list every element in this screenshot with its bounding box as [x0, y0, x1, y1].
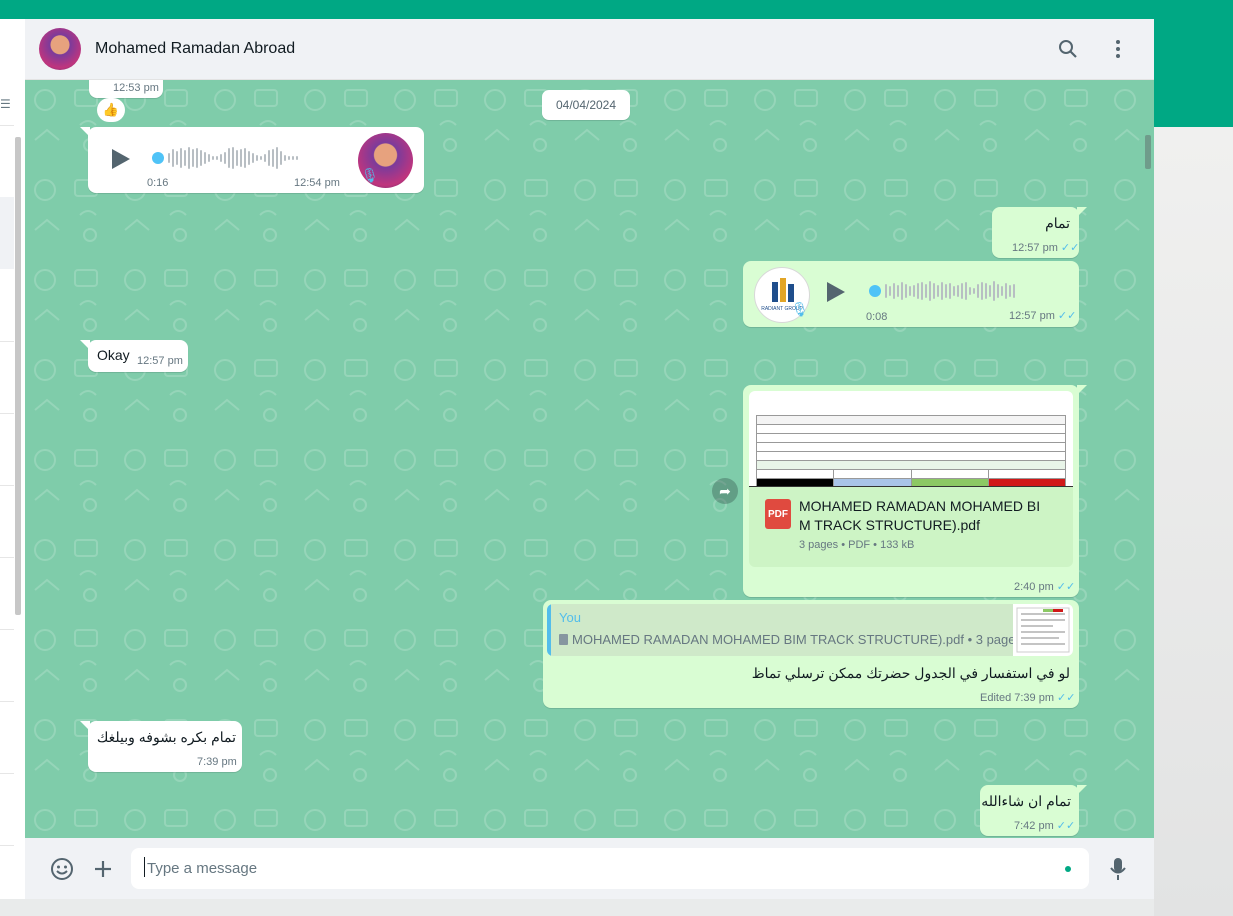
- conversation-header[interactable]: Mohamed Ramadan Abroad: [25, 19, 1154, 80]
- sidebar-divider: [0, 557, 14, 558]
- search-icon[interactable]: [1056, 37, 1080, 61]
- message-time: Edited 7:39 pm: [980, 692, 1054, 704]
- message-text: تمام: [1045, 215, 1070, 231]
- status-dot: [1065, 866, 1071, 872]
- message-time: 12:57 pm: [137, 355, 183, 367]
- message-input[interactable]: [131, 848, 1089, 889]
- sidebar-divider: [0, 701, 14, 702]
- scrollbar-thumb[interactable]: [1145, 135, 1151, 169]
- microphone-icon[interactable]: [1105, 856, 1131, 882]
- message-time: 12:54 pm: [294, 177, 340, 189]
- sidebar-divider: [0, 629, 14, 630]
- message-time: 12:57 pm: [1009, 310, 1055, 322]
- quote-bar: [547, 604, 551, 656]
- message-text: تمام ان شاءالله: [981, 793, 1071, 809]
- pdf-preview-table: [755, 415, 1067, 487]
- sidebar-divider: [0, 341, 14, 342]
- sidebar-divider: [0, 125, 14, 126]
- message-time: 7:42 pm: [1014, 820, 1054, 832]
- chat-scrollbar[interactable]: [1144, 80, 1152, 838]
- microphone-icon: 🎙: [791, 301, 809, 317]
- quote-author: You: [559, 610, 581, 625]
- bubble-tail: [1077, 385, 1087, 395]
- pdf-filename: MOHAMED RAMADAN MOHAMED BI M TRACK STRUC…: [799, 498, 1041, 533]
- chat-list-sidebar: ☰: [0, 19, 26, 899]
- message-bubble-incoming[interactable]: تمام بكره بشوفه وبيلغك 7:39 pm: [80, 721, 242, 772]
- document-message-outgoing[interactable]: PDF MOHAMED RAMADAN MOHAMED BI M TRACK S…: [743, 385, 1087, 597]
- quoted-message[interactable]: You MOHAMED RAMADAN MOHAMED BIM TRACK ST…: [547, 604, 1073, 656]
- text-caret: [144, 857, 145, 877]
- message-bubble-incoming[interactable]: Okay 12:57 pm: [80, 340, 188, 372]
- message-text: Okay: [97, 347, 130, 363]
- date-badge: 04/04/2024: [542, 90, 630, 120]
- playback-position-dot[interactable]: [869, 285, 881, 297]
- bubble-tail: [80, 127, 90, 137]
- pdf-preview[interactable]: [749, 391, 1073, 487]
- voice-duration: 0:08: [866, 311, 888, 323]
- selected-chat-item[interactable]: [0, 197, 14, 269]
- pdf-meta: 3 pages • PDF • 133 kB: [799, 539, 915, 551]
- right-background-panel: [1154, 127, 1233, 916]
- read-receipt-icon: ✓✓: [1057, 310, 1077, 322]
- play-icon[interactable]: [827, 282, 845, 302]
- quote-text: MOHAMED RAMADAN MOHAMED BIM TRACK STRUCT…: [572, 632, 1022, 647]
- sidebar-divider: [0, 413, 14, 414]
- forward-icon[interactable]: ➦: [712, 478, 738, 504]
- reaction-badge[interactable]: 👍: [97, 98, 125, 122]
- message-time: 7:39 pm: [197, 756, 237, 768]
- message-time: 12:57 pm: [1012, 242, 1058, 254]
- message-time: 12:53 pm: [113, 82, 159, 94]
- pdf-attachment[interactable]: PDF MOHAMED RAMADAN MOHAMED BI M TRACK S…: [749, 487, 1073, 567]
- bubble-tail: [80, 721, 90, 731]
- emoji-icon[interactable]: [49, 856, 75, 882]
- sidebar-divider: [0, 845, 14, 846]
- message-list[interactable]: 04/04/2024 12:53 pm 👍 0:16 12:54 pm 🎙 تم…: [25, 80, 1154, 838]
- kebab-menu-icon[interactable]: [1106, 37, 1130, 61]
- voice-message-outgoing[interactable]: RADIANT GROUP 🎙 0:08 12:57 pm ✓✓: [743, 261, 1079, 327]
- pdf-icon: PDF: [765, 499, 791, 529]
- message-bubble-outgoing[interactable]: تمام 12:57 pm ✓✓: [992, 207, 1087, 258]
- conversation-panel: Mohamed Ramadan Abroad 04/04/2024 12:53 …: [25, 19, 1154, 899]
- playback-position-dot[interactable]: [152, 152, 164, 164]
- sidebar-divider: [0, 773, 14, 774]
- message-bubble-incoming[interactable]: 12:53 pm: [89, 80, 163, 98]
- bubble-tail: [1077, 785, 1087, 795]
- play-icon[interactable]: [112, 149, 130, 169]
- message-bubble-outgoing[interactable]: تمام ان شاءالله 7:42 pm ✓✓: [980, 785, 1087, 836]
- sidebar-divider: [0, 485, 14, 486]
- voice-duration: 0:16: [147, 177, 169, 189]
- read-receipt-icon: ✓✓: [1060, 242, 1080, 254]
- contact-name[interactable]: Mohamed Ramadan Abroad: [95, 40, 295, 58]
- sidebar-scrollbar[interactable]: [15, 137, 21, 615]
- read-receipt-icon: ✓✓: [1056, 820, 1076, 832]
- read-receipt-icon: ✓✓: [1056, 581, 1076, 593]
- filter-icon[interactable]: ☰: [0, 97, 11, 111]
- quote-thumbnail: [1013, 604, 1073, 656]
- reply-message-outgoing[interactable]: You MOHAMED RAMADAN MOHAMED BIM TRACK ST…: [543, 600, 1079, 708]
- bubble-tail: [1077, 207, 1087, 217]
- message-text: لو في استفسار في الجدول حضرتك ممكن ترسلي…: [751, 665, 1070, 681]
- document-icon: [559, 634, 568, 645]
- plus-icon[interactable]: [90, 856, 116, 882]
- compose-bar: [25, 838, 1154, 899]
- avatar[interactable]: [39, 28, 81, 70]
- audio-waveform[interactable]: [885, 278, 1015, 304]
- message-time: 2:40 pm: [1014, 581, 1054, 593]
- bubble-tail: [80, 340, 90, 350]
- read-receipt-icon: ✓✓: [1057, 692, 1076, 704]
- voice-message-incoming[interactable]: 0:16 12:54 pm 🎙: [80, 127, 424, 193]
- message-text: تمام بكره بشوفه وبيلغك: [96, 729, 236, 745]
- audio-waveform[interactable]: [168, 145, 298, 171]
- microphone-icon: 🎙: [361, 167, 379, 183]
